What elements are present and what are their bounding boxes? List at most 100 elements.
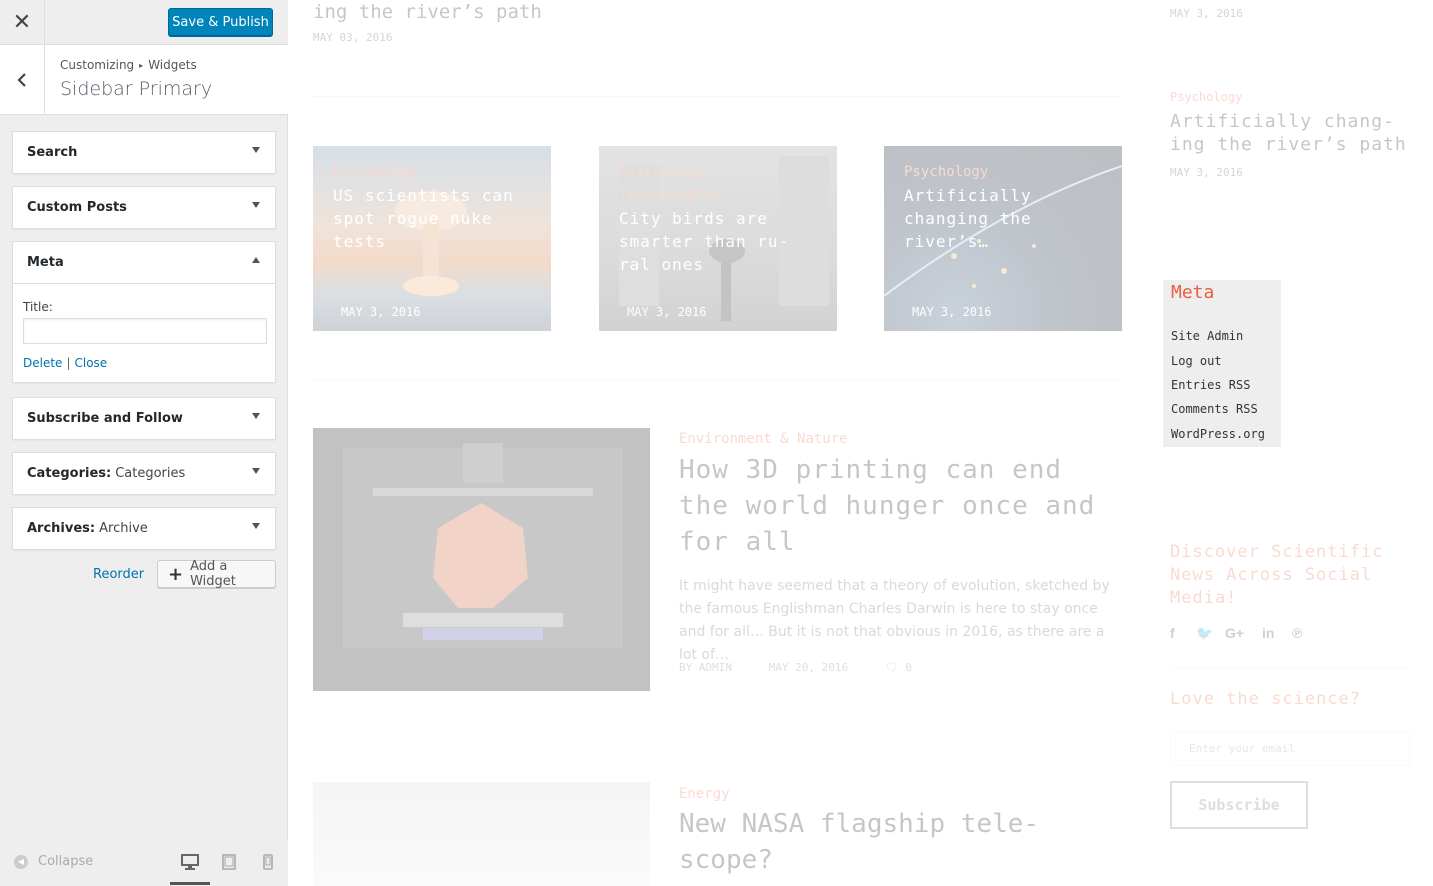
post-date: MAY 20, 2016 bbox=[768, 661, 849, 674]
title-field-label: Title: bbox=[23, 300, 53, 314]
card-title-line[interactable]: US scientists can bbox=[333, 184, 514, 207]
pinterest-icon[interactable]: ℗ bbox=[1292, 625, 1302, 641]
divider bbox=[313, 96, 1121, 97]
divider bbox=[1170, 668, 1410, 669]
post-card[interactable]: Psychology Technologies City birds are s… bbox=[599, 146, 837, 331]
post-title[interactable]: New NASA flagship tele-scope? bbox=[679, 806, 1099, 878]
desktop-preview-button[interactable] bbox=[179, 851, 201, 873]
widget-custom-posts-header[interactable]: Custom Posts bbox=[13, 187, 275, 228]
featured-excerpt: It might have seemed that a theory of ev… bbox=[679, 578, 1110, 663]
post-author[interactable]: BY ADMIN bbox=[679, 661, 732, 674]
meta-link-comments-rss[interactable]: Comments RSS bbox=[1171, 402, 1258, 416]
tablet-preview-button[interactable] bbox=[218, 851, 240, 873]
breadcrumb-parent: Widgets bbox=[148, 58, 197, 72]
subscribe-button[interactable]: Subscribe bbox=[1170, 781, 1308, 829]
reorder-link[interactable]: Reorder bbox=[93, 567, 144, 582]
collapse-button[interactable]: ◀ Collapse bbox=[14, 854, 93, 869]
card-category[interactable]: Technologies bbox=[619, 184, 720, 207]
customizer-header: ✕ Save & Publish bbox=[0, 0, 288, 45]
add-widget-button[interactable]: + Add a Widget bbox=[157, 559, 276, 589]
caret-up-icon[interactable] bbox=[252, 257, 260, 263]
post-date: MAY 3, 2016 bbox=[1170, 7, 1243, 20]
card-title-line[interactable]: ral ones bbox=[619, 253, 704, 276]
facebook-icon[interactable]: f bbox=[1170, 625, 1175, 641]
widget-meta-header[interactable]: Meta bbox=[13, 242, 275, 283]
post-category[interactable]: Psychology bbox=[1170, 90, 1242, 104]
card-title-line[interactable]: changing the bbox=[904, 207, 1032, 230]
caret-down-icon[interactable] bbox=[252, 468, 260, 474]
post-card[interactable]: Psychology US scientists can spot rogue … bbox=[313, 146, 551, 331]
widget-meta[interactable]: Meta Title: Delete | Close bbox=[12, 241, 276, 383]
card-title-line[interactable]: smarter than ru- bbox=[619, 230, 789, 253]
card-category[interactable]: Psychology bbox=[619, 161, 703, 184]
divider bbox=[313, 380, 1121, 381]
widget-search[interactable]: Search bbox=[12, 131, 276, 174]
card-title-line[interactable]: tests bbox=[333, 230, 386, 253]
widget-archives[interactable]: Archives: Archive bbox=[12, 507, 276, 550]
post-card[interactable]: Psychology Artificially changing the riv… bbox=[884, 146, 1122, 331]
email-field[interactable]: Enter your email bbox=[1170, 732, 1410, 766]
widget-title: Subscribe and Follow bbox=[27, 411, 183, 426]
chevron-left-icon bbox=[17, 72, 26, 87]
post-image[interactable] bbox=[313, 782, 650, 886]
featured-image[interactable] bbox=[313, 428, 650, 691]
mobile-preview-button[interactable] bbox=[257, 851, 279, 873]
back-button[interactable] bbox=[0, 45, 45, 114]
widget-search-header[interactable]: Search bbox=[13, 132, 275, 173]
desktop-icon bbox=[181, 854, 199, 870]
caret-down-icon[interactable] bbox=[252, 147, 260, 153]
caret-down-icon[interactable] bbox=[252, 413, 260, 419]
collapse-arrow-icon: ◀ bbox=[14, 854, 28, 869]
widget-categories[interactable]: Categories: Categories bbox=[12, 452, 276, 495]
widget-archives-header[interactable]: Archives: Archive bbox=[13, 508, 275, 549]
active-device-indicator bbox=[170, 882, 210, 885]
post-category[interactable]: Energy bbox=[679, 786, 730, 802]
featured-title[interactable]: How 3D printing can end the world hunger… bbox=[679, 452, 1119, 560]
section-header: Customizing ▸ Widgets Sidebar Primary bbox=[0, 45, 288, 115]
close-widget-link[interactable]: Close bbox=[74, 356, 107, 370]
close-customizer-button[interactable]: ✕ bbox=[0, 0, 45, 44]
card-category[interactable]: Psychology bbox=[333, 161, 417, 184]
widget-categories-header[interactable]: Categories: Categories bbox=[13, 453, 275, 494]
delete-widget-link[interactable]: Delete bbox=[23, 356, 62, 370]
widget-subscribe-follow[interactable]: Subscribe and Follow bbox=[12, 397, 276, 440]
breadcrumb: Customizing ▸ Widgets bbox=[60, 58, 197, 72]
google-plus-icon[interactable]: G+ bbox=[1225, 625, 1244, 641]
post-date: MAY 03, 2016 bbox=[313, 31, 393, 44]
comment-count[interactable]: 0 bbox=[905, 661, 912, 674]
close-icon: ✕ bbox=[12, 9, 32, 34]
widget-subtitle: Categories bbox=[115, 466, 186, 481]
widget-custom-posts[interactable]: Custom Posts bbox=[12, 186, 276, 229]
customizer-panel: ✕ Save & Publish Customizing ▸ Widgets Sid… bbox=[0, 0, 288, 886]
title-field[interactable] bbox=[23, 318, 267, 344]
widget-title: Archives: bbox=[27, 521, 96, 536]
meta-link-entries-rss[interactable]: Entries RSS bbox=[1171, 378, 1250, 392]
caret-down-icon[interactable] bbox=[252, 202, 260, 208]
card-title-line[interactable]: river’s… bbox=[904, 230, 989, 253]
section-title: Sidebar Primary bbox=[60, 78, 213, 100]
meta-link-site-admin[interactable]: Site Admin bbox=[1171, 329, 1243, 343]
meta-link-wordpress-org[interactable]: WordPress.org bbox=[1171, 427, 1265, 441]
meta-link-log-out[interactable]: Log out bbox=[1171, 354, 1222, 368]
caret-down-icon[interactable] bbox=[252, 523, 260, 529]
mobile-icon bbox=[263, 854, 273, 870]
post-title[interactable]: Artificially chang-ing the river’s path bbox=[1170, 110, 1420, 156]
widget-title: Categories: bbox=[27, 466, 112, 481]
twitter-icon[interactable]: 🐦 bbox=[1196, 625, 1213, 642]
card-title-line[interactable]: spot rogue nuke bbox=[333, 207, 493, 230]
card-date: MAY 3, 2016 bbox=[341, 305, 421, 319]
save-publish-button[interactable]: Save & Publish bbox=[168, 8, 273, 36]
card-title-line[interactable]: City birds are bbox=[619, 207, 768, 230]
meta-widget-title: Meta bbox=[1171, 282, 1215, 303]
post-title[interactable]: ing the river’s path bbox=[313, 1, 542, 23]
widget-subscribe-follow-header[interactable]: Subscribe and Follow bbox=[13, 398, 275, 439]
post-date: MAY 3, 2016 bbox=[1170, 166, 1243, 179]
featured-category[interactable]: Environment & Nature bbox=[679, 431, 848, 447]
meta-widget-preview: Meta Site Admin Log out Entries RSS Comm… bbox=[1163, 280, 1281, 447]
widget-title: Custom Posts bbox=[27, 200, 127, 215]
plus-icon: + bbox=[168, 563, 184, 585]
widget-subtitle: Archive bbox=[99, 521, 148, 536]
linkedin-icon[interactable]: in bbox=[1262, 625, 1274, 641]
card-title-line[interactable]: Artificially bbox=[904, 184, 1032, 207]
card-category[interactable]: Psychology bbox=[904, 161, 988, 184]
